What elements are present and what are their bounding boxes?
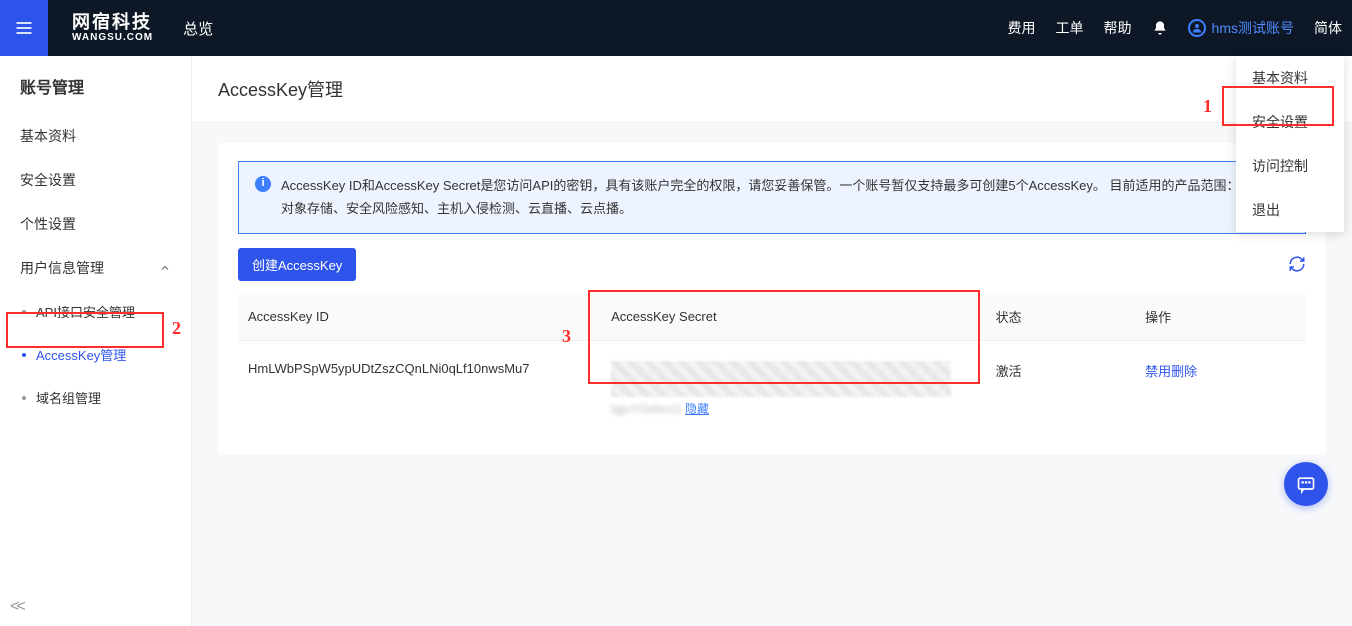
dropdown-item-logout[interactable]: 退出 <box>1236 188 1344 232</box>
toolbar: 创建AccessKey <box>238 248 1306 281</box>
nav-help[interactable]: 帮助 <box>1094 0 1142 56</box>
annotation-label-1: 1 <box>1203 96 1212 117</box>
delete-link[interactable]: 删除 <box>1171 364 1197 379</box>
accesskey-table: AccessKey ID AccessKey Secret 状态 操作 HmLW… <box>238 293 1306 437</box>
info-alert: i AccessKey ID和AccessKey Secret是您访问API的密… <box>238 161 1306 234</box>
col-status: 状态 <box>986 293 1136 341</box>
col-action: 操作 <box>1135 293 1306 341</box>
sidebar-item-userinfo[interactable]: 用户信息管理 <box>0 246 191 290</box>
nav-ticket[interactable]: 工单 <box>1046 0 1094 56</box>
col-id: AccessKey ID <box>238 293 601 341</box>
cell-secret: tgjuYGtAto11 隐藏 <box>601 340 985 437</box>
dropdown-item-access-control[interactable]: 访问控制 <box>1236 144 1344 188</box>
hamburger-icon <box>14 18 34 38</box>
sidebar-item-preferences[interactable]: 个性设置 <box>0 202 191 246</box>
sidebar-item-basic[interactable]: 基本资料 <box>0 114 191 158</box>
sidebar-sub-accesskey[interactable]: AccessKey管理 <box>0 333 191 376</box>
user-dropdown-menu: 基本资料 安全设置 访问控制 退出 <box>1236 56 1344 232</box>
hide-secret-link[interactable]: 隐藏 <box>685 402 709 416</box>
sidebar-item-security[interactable]: 安全设置 <box>0 158 191 202</box>
sidebar-title: 账号管理 <box>0 56 191 114</box>
nav-fee[interactable]: 费用 <box>998 0 1046 56</box>
bell-icon <box>1152 20 1168 36</box>
nav-user[interactable]: hms测试账号 <box>1178 0 1304 56</box>
card: i AccessKey ID和AccessKey Secret是您访问API的密… <box>218 143 1326 455</box>
sidebar-collapse-handle[interactable]: << <box>10 598 23 616</box>
annotation-label-3: 3 <box>562 326 571 347</box>
nav-overview[interactable]: 总览 <box>183 18 213 39</box>
create-accesskey-button[interactable]: 创建AccessKey <box>238 248 356 281</box>
avatar-icon <box>1188 19 1206 37</box>
cell-status: 激活 <box>986 340 1136 437</box>
disable-link[interactable]: 禁用 <box>1145 364 1171 379</box>
logo[interactable]: 网宿科技 WANGSU.COM <box>72 13 153 44</box>
username-label: hms测试账号 <box>1212 18 1294 38</box>
secret-mosaic <box>611 361 951 397</box>
table-row: HmLWbPSpW5ypUDtZszCQnLNi0qLf10nwsMu7 tgj… <box>238 340 1306 437</box>
hamburger-menu[interactable] <box>0 0 48 56</box>
chevron-up-icon <box>159 262 171 274</box>
page-title: AccessKey管理 <box>192 56 1352 123</box>
refresh-icon[interactable] <box>1288 255 1306 273</box>
col-secret: AccessKey Secret <box>601 293 985 341</box>
dropdown-item-profile[interactable]: 基本资料 <box>1236 56 1344 100</box>
logo-text-en: WANGSU.COM <box>72 32 153 43</box>
dropdown-item-security[interactable]: 安全设置 <box>1236 100 1344 144</box>
logo-text-cn: 网宿科技 <box>72 13 153 33</box>
sidebar-sub-api-security[interactable]: API接口安全管理 <box>0 290 191 333</box>
nav-language[interactable]: 简体 <box>1304 0 1352 56</box>
chat-icon <box>1296 474 1316 494</box>
secret-tail-text: tgjuYGtAto11 <box>611 402 682 416</box>
header-right: 费用 工单 帮助 hms测试账号 简体 <box>998 0 1352 56</box>
content: i AccessKey ID和AccessKey Secret是您访问API的密… <box>192 123 1352 626</box>
chat-fab[interactable] <box>1284 462 1328 506</box>
nav-notifications[interactable] <box>1142 0 1178 56</box>
top-header: 网宿科技 WANGSU.COM 总览 费用 工单 帮助 hms测试账号 简体 基… <box>0 0 1352 56</box>
sidebar-sub-domain-group[interactable]: 域名组管理 <box>0 376 191 419</box>
cell-action: 禁用删除 <box>1135 340 1306 437</box>
alert-text: AccessKey ID和AccessKey Secret是您访问API的密钥，… <box>281 174 1289 221</box>
sidebar: 账号管理 基本资料 安全设置 个性设置 用户信息管理 API接口安全管理 Acc… <box>0 56 192 626</box>
info-icon: i <box>255 176 271 192</box>
main-area: AccessKey管理 i AccessKey ID和AccessKey Sec… <box>192 56 1352 626</box>
cell-id: HmLWbPSpW5ypUDtZszCQnLNi0qLf10nwsMu7 <box>238 340 601 437</box>
annotation-label-2: 2 <box>172 318 181 339</box>
